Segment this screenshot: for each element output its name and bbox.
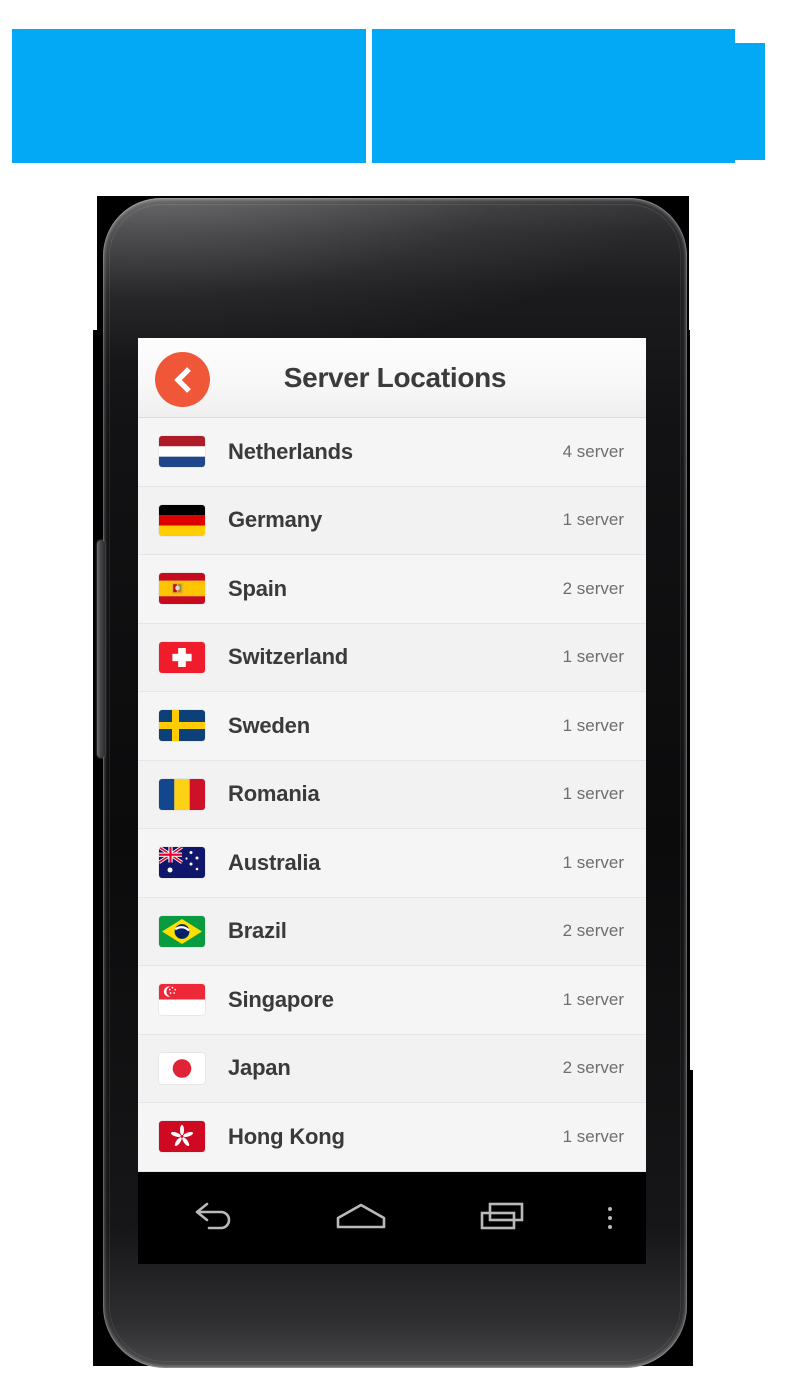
server-count: 1 server [562,715,624,735]
japan-flag [159,1052,205,1084]
server-location-row[interactable]: Singapore 1 server [138,966,646,1035]
country-name: Spain [228,575,287,601]
back-chevron-icon [170,366,196,394]
server-count: 1 server [562,647,624,667]
banner-block-right-extension [735,43,765,160]
banner-block-right [372,29,735,163]
server-count: 4 server [562,441,624,461]
server-location-row[interactable]: Romania 1 server [138,760,646,829]
nav-home-button[interactable] [290,1172,432,1264]
spain-flag [159,573,205,605]
country-name: Switzerland [228,644,349,670]
germany-flag [159,504,205,536]
server-location-row[interactable]: Australia 1 server [138,829,646,898]
nav-overflow-menu-button[interactable] [574,1172,646,1264]
country-name: Hong Kong [228,1123,345,1149]
recent-apps-icon [477,1200,529,1237]
app-bar: Server Locations [138,338,646,418]
server-location-row[interactable]: Netherlands 4 server [138,418,646,487]
country-name: Sweden [228,712,310,738]
server-location-row[interactable]: Japan 2 server [138,1034,646,1103]
server-count: 1 server [562,989,624,1009]
phone-screen: Server Locations Netherlands 4 server Germ… [138,338,646,1172]
singapore-flag [159,984,205,1016]
switzerland-flag [159,641,205,673]
country-name: Germany [228,507,322,533]
back-arrow-icon [191,1201,237,1236]
screenshot-root: Server Locations Netherlands 4 server Germ… [0,0,788,1400]
server-location-row[interactable]: Sweden 1 server [138,692,646,761]
country-name: Romania [228,781,320,807]
phone-side-button[interactable] [97,540,105,758]
hongkong-flag [159,1121,205,1153]
server-count: 1 server [562,1126,624,1146]
server-location-row[interactable]: Germany 1 server [138,486,646,555]
country-name: Australia [228,849,321,875]
banner-block-left [12,29,366,163]
server-count: 2 server [562,1058,624,1078]
server-count: 1 server [562,852,624,872]
australia-flag [159,847,205,879]
home-icon [333,1201,389,1236]
sweden-flag [159,710,205,742]
server-count: 1 server [562,784,624,804]
page-title: Server Locations [283,361,507,393]
server-location-row[interactable]: Spain 2 server [138,555,646,624]
server-location-row[interactable]: Hong Kong 1 server [138,1103,646,1172]
nav-back-button[interactable] [138,1172,290,1264]
brazil-flag [159,915,205,947]
country-name: Singapore [228,986,334,1012]
country-name: Netherlands [228,438,353,464]
phone-device: Server Locations Netherlands 4 server Germ… [97,198,687,1368]
romania-flag [159,778,205,810]
server-location-row[interactable]: Switzerland 1 server [138,623,646,692]
server-location-row[interactable]: Brazil 2 server [138,897,646,966]
country-name: Japan [228,1055,291,1081]
country-name: Brazil [228,918,287,944]
server-location-list: Netherlands 4 server Germany 1 server Spain 2… [138,418,646,1172]
netherlands-flag [159,436,205,468]
server-count: 2 server [562,578,624,598]
android-nav-bar [138,1172,646,1264]
back-button[interactable] [155,352,210,407]
overflow-menu-icon [608,1207,612,1229]
server-count: 2 server [562,921,624,941]
nav-recent-apps-button[interactable] [432,1172,574,1264]
server-count: 1 server [562,510,624,530]
